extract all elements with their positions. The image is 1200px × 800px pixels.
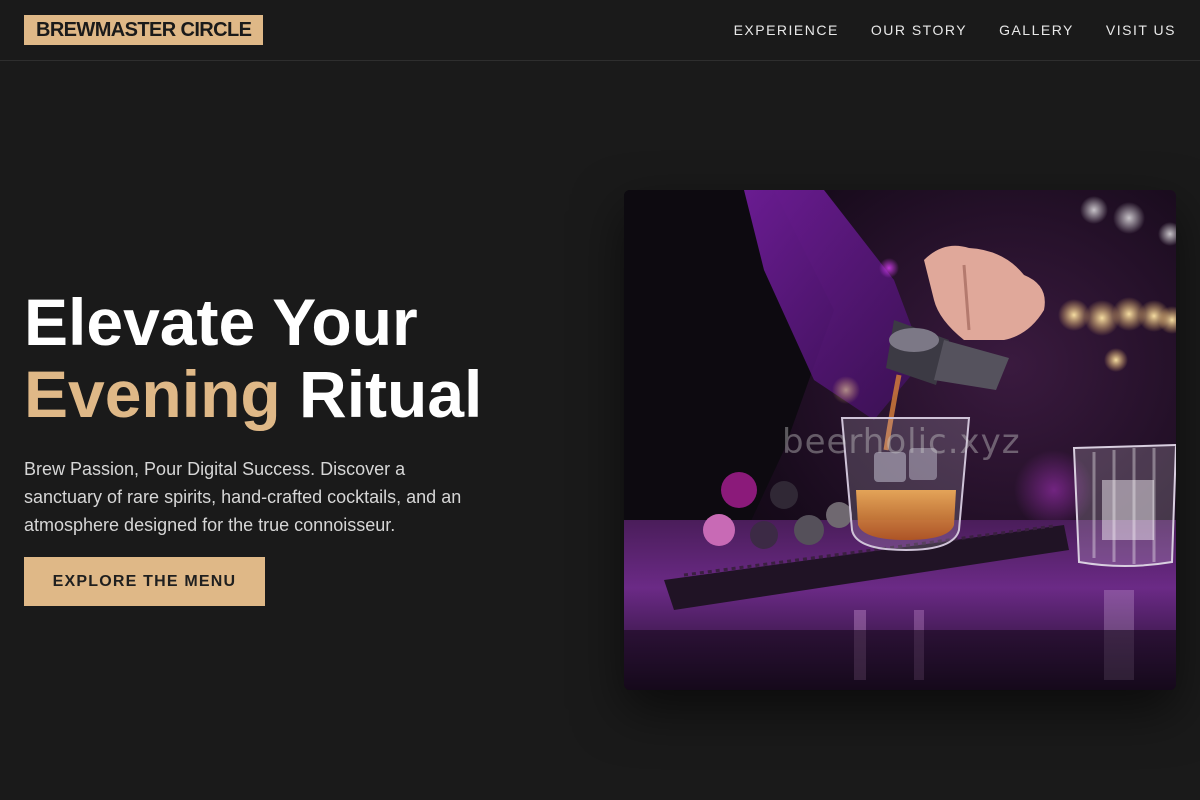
main-nav: EXPERIENCE OUR STORY GALLERY VISIT US [734, 0, 1176, 60]
image-watermark: beerholic.xyz [782, 422, 1021, 462]
hero-title-line1: Elevate Your [24, 285, 418, 359]
hero-description: Brew Passion, Pour Digital Success. Disc… [24, 459, 462, 535]
nav-item-gallery[interactable]: GALLERY [999, 22, 1074, 38]
hero-title-accent: Evening [24, 357, 281, 431]
page: BREWMASTER CIRCLE EXPERIENCE OUR STORY G… [0, 0, 1200, 800]
nav-item-our-story[interactable]: OUR STORY [871, 22, 967, 38]
site-header: BREWMASTER CIRCLE EXPERIENCE OUR STORY G… [0, 0, 1200, 61]
brand-logo[interactable]: BREWMASTER CIRCLE [24, 15, 264, 45]
hero-image: beerholic.xyz [624, 190, 1176, 690]
nav-item-visit-us[interactable]: VISIT US [1106, 22, 1176, 38]
hero-title-line2: Ritual [280, 357, 483, 431]
explore-menu-button[interactable]: EXPLORE THE MENU [24, 557, 265, 606]
hero-title: Elevate Your Evening Ritual [24, 286, 482, 430]
nav-item-experience[interactable]: EXPERIENCE [734, 22, 839, 38]
